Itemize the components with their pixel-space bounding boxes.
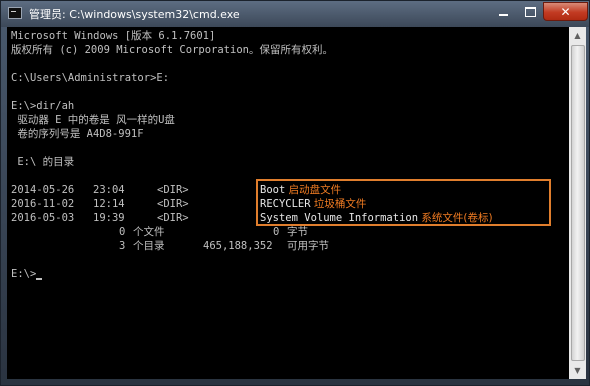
dir-count: 3 [119,240,126,252]
dir-time: 23:04 [93,184,125,196]
free-bytes-unit: 可用字节 [287,240,329,252]
console-line: C:\Users\Administrator>E: [11,72,170,84]
cmd-icon[interactable] [8,7,22,19]
text-cursor [36,278,43,280]
console-line: E:\>dir/ah [11,100,75,112]
console-output[interactable]: Microsoft Windows [版本 6.1.7601] 版权所有 (c)… [7,27,569,379]
dir-name: Boot [260,184,286,196]
title-bar[interactable]: 管理员: C:\windows\system32\cmd.exe ✕ [1,1,589,27]
dir-note: 垃圾桶文件 [313,198,367,210]
vertical-scrollbar[interactable]: ▲ ▼ [569,27,586,379]
prompt-text: E:\> [11,268,37,280]
free-bytes: 465,188,352 [203,240,273,252]
dir-count-label: 个目录 [133,240,165,252]
dir-date: 2016-11-02 [11,198,75,210]
dir-date: 2016-05-03 [11,212,75,224]
dir-type: <DIR> [157,212,189,224]
minimize-icon [499,13,508,16]
console-line: E:\ 的目录 [11,156,75,168]
cmd-window: 管理员: C:\windows\system32\cmd.exe ✕ Micro… [0,0,590,386]
scrollbar-thumb[interactable] [571,45,585,361]
file-bytes-unit: 字节 [287,226,308,238]
dir-entry: 2014-05-26 23:04 <DIR> [11,183,189,197]
console-line: 卷的序列号是 A4D8-991F [11,128,144,140]
scroll-up-arrow-icon[interactable]: ▲ [569,27,586,44]
dir-time: 19:39 [93,212,125,224]
close-icon: ✕ [560,5,571,19]
summary-files: 0 个文件 0 字节 [11,225,308,239]
close-button[interactable]: ✕ [543,2,588,21]
command-prompt[interactable]: E:\> [11,267,43,281]
maximize-button[interactable] [517,2,543,21]
dir-entry-name: RECYCLER 垃圾桶文件 [260,197,366,211]
dir-entry: 2016-05-03 19:39 <DIR> [11,211,189,225]
dir-name: RECYCLER [260,198,311,210]
dir-note: 启动盘文件 [288,184,342,196]
scroll-down-arrow-icon[interactable]: ▼ [569,362,586,379]
dir-date: 2014-05-26 [11,184,75,196]
dir-entry-name: System Volume Information 系统文件(卷标) [260,211,493,225]
dir-note: 系统文件(卷标) [421,212,493,224]
console-line: 版权所有 (c) 2009 Microsoft Corporation。保留所有… [11,44,333,56]
summary-dirs: 3 个目录 465,188,352 可用字节 [11,239,329,253]
dir-type: <DIR> [157,198,189,210]
file-count: 0 [119,226,126,238]
minimize-button[interactable] [490,2,517,21]
console-line: Microsoft Windows [版本 6.1.7601] [11,30,216,42]
file-count-label: 个文件 [133,226,165,238]
dir-time: 12:14 [93,198,125,210]
dir-name: System Volume Information [260,212,419,224]
file-bytes: 0 [273,226,280,238]
maximize-icon [524,6,536,17]
console-line: 驱动器 E 中的卷是 风一样的U盘 [11,114,175,126]
window-title: 管理员: C:\windows\system32\cmd.exe [29,8,240,21]
dir-entry: 2016-11-02 12:14 <DIR> [11,197,189,211]
dir-entry-name: Boot 启动盘文件 [260,183,341,197]
dir-type: <DIR> [157,184,189,196]
